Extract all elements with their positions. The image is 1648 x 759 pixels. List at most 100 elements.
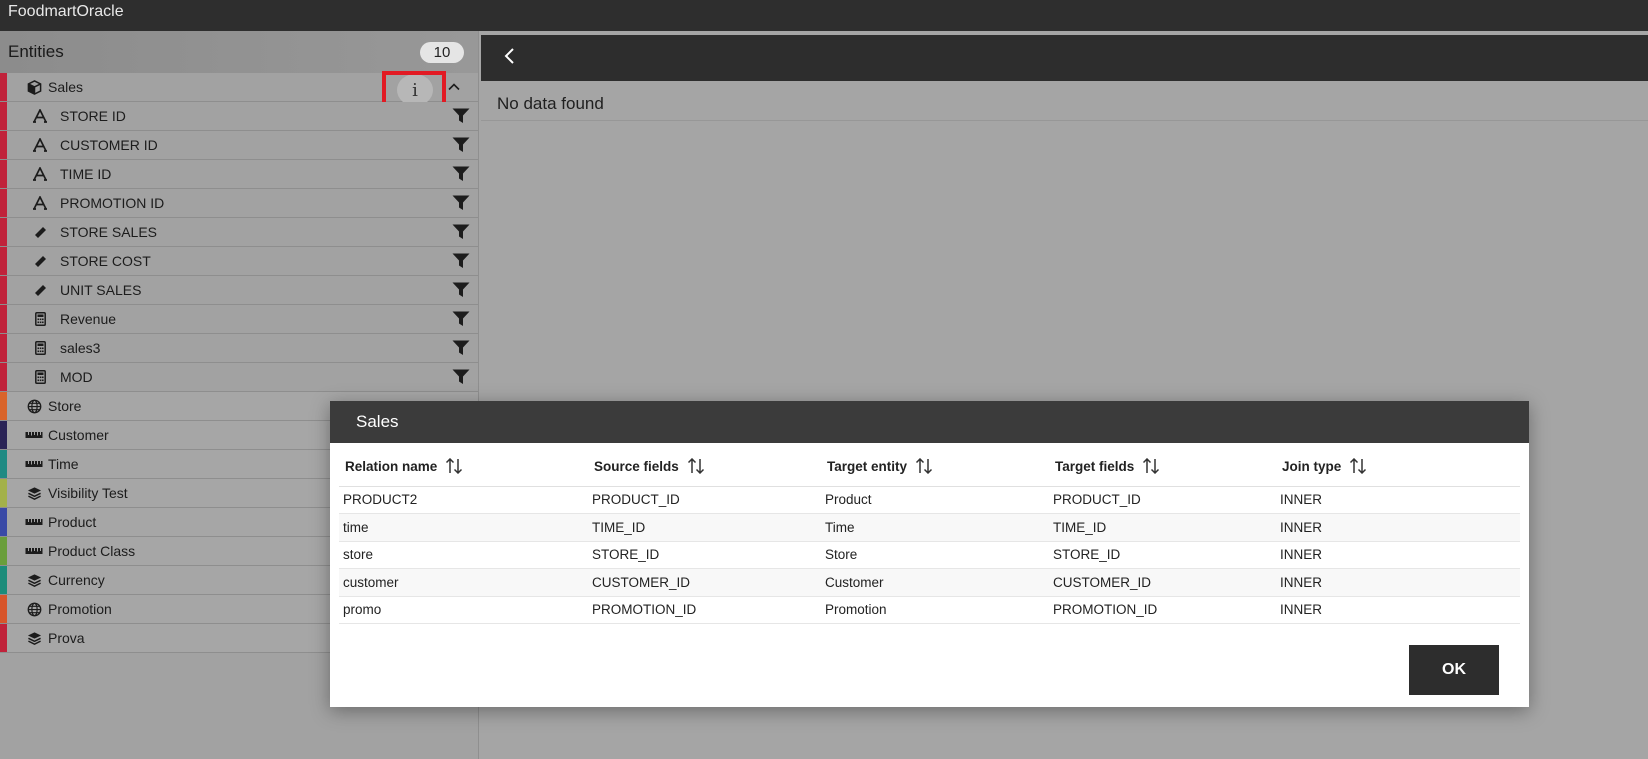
table-cell-join-type: INNER [1276,541,1520,569]
field-label: CUSTOMER ID [60,137,158,153]
entity-color-stripe [0,218,7,246]
entity-color-stripe [0,276,7,304]
sort-icon[interactable] [1349,458,1367,477]
table-cell-target-fields: PRODUCT_ID [1049,486,1276,514]
field-item-store-id[interactable]: STORE ID [0,102,478,131]
table-cell-target-entity: Time [821,513,1049,542]
column-header-source-fields[interactable]: Source fields [588,450,821,487]
sort-icon[interactable] [1142,458,1160,477]
entity-color-stripe [0,537,7,565]
calculator-icon [32,370,48,384]
filter-icon[interactable] [452,311,470,327]
relations-table: Relation name Source fields Target entity T… [339,450,1520,624]
column-header-target-fields[interactable]: Target fields [1049,450,1276,487]
filter-icon[interactable] [452,166,470,182]
table-row[interactable]: store STORE_ID Store STORE_ID INNER [339,541,1520,569]
field-item-sales3[interactable]: sales3 [0,334,478,363]
entity-color-stripe [0,102,7,130]
column-header-target-entity[interactable]: Target entity [821,450,1049,487]
dialog-title: Sales [356,412,399,431]
filter-icon[interactable] [452,282,470,298]
sidebar-title: Entities [8,42,64,61]
entity-item-sales[interactable]: Sales i [0,71,478,119]
text-attribute-icon [32,167,48,181]
field-label: sales3 [60,340,101,356]
table-cell-source-fields: CUSTOMER_ID [588,568,821,597]
field-label: PROMOTION ID [60,195,165,211]
filter-icon[interactable] [452,340,470,356]
field-item-time-id[interactable]: TIME ID [0,160,478,189]
table-cell-target-entity: Customer [821,568,1049,597]
entity-color-stripe [0,73,7,101]
column-header-label: Relation name [345,459,438,475]
chevron-up-icon[interactable] [446,79,462,95]
table-cell-relation-name: store [339,541,588,569]
filter-icon[interactable] [452,369,470,385]
field-item-mod[interactable]: MOD [0,363,478,392]
field-label: STORE ID [60,108,126,124]
entity-color-stripe [0,189,7,217]
field-item-unit-sales[interactable]: UNIT SALES [0,276,478,305]
calculator-icon [32,341,48,355]
entity-color-stripe [0,421,7,449]
field-item-store-sales[interactable]: STORE SALES [0,218,478,247]
table-cell-target-entity: Promotion [821,596,1049,624]
table-row[interactable]: PRODUCT2 PRODUCT_ID Product PRODUCT_ID INNER [339,486,1520,514]
filter-icon[interactable] [452,137,470,153]
table-cell-relation-name: time [339,513,588,542]
table-row[interactable]: promo PROMOTION_ID Promotion PROMOTION_ID IN… [339,596,1520,624]
field-item-promotion-id[interactable]: PROMOTION ID [0,189,478,218]
column-header-label: Source fields [594,459,679,475]
entity-color-stripe [0,450,7,478]
table-row[interactable]: customer CUSTOMER_ID Customer CUSTOMER_ID IN… [339,568,1520,597]
dialog-header: Sales [330,401,1529,443]
field-item-customer-id[interactable]: CUSTOMER ID [0,131,478,160]
filter-icon[interactable] [452,253,470,269]
filter-icon[interactable] [452,108,470,124]
entity-color-stripe [0,392,7,420]
ruler-measure-icon [32,254,48,268]
field-label: Revenue [60,311,117,327]
filter-icon[interactable] [452,224,470,240]
table-row[interactable]: time TIME_ID Time TIME_ID INNER [339,513,1520,542]
back-arrow-icon[interactable] [503,47,517,70]
sort-icon[interactable] [687,458,705,477]
cube-icon [25,79,43,95]
layers-icon [25,485,43,501]
ruler-icon [25,427,43,443]
ruler-icon [25,456,43,472]
sort-icon[interactable] [445,458,463,477]
field-item-revenue[interactable]: Revenue [0,305,478,334]
column-header-label: Join type [1282,459,1342,475]
app-title-bar: FoodmartOracle [0,0,1648,31]
layers-icon [25,572,43,588]
sidebar-header: Entities 10 [0,31,478,73]
field-list: STORE ID CUSTOMER ID TIME ID PROMOTION ID ST… [0,102,478,392]
field-item-store-cost[interactable]: STORE COST [0,247,478,276]
entity-label: Prova [48,630,85,646]
entity-color-stripe [0,566,7,594]
field-label: MOD [60,369,93,385]
no-data-message: No data found [481,81,1648,121]
column-header-join-type[interactable]: Join type [1276,450,1520,487]
ruler-icon [25,514,43,530]
field-label: UNIT SALES [60,282,142,298]
table-cell-join-type: INNER [1276,596,1520,624]
table-cell-target-fields: PROMOTION_ID [1049,596,1276,624]
ok-button[interactable]: OK [1409,645,1499,695]
entity-count-badge: 10 [420,41,464,63]
layers-icon [25,630,43,646]
entity-color-stripe [0,334,7,362]
entity-color-stripe [0,479,7,507]
text-attribute-icon [32,138,48,152]
table-cell-target-fields: TIME_ID [1049,513,1276,542]
entity-label: Visibility Test [48,485,128,501]
entity-color-stripe [0,131,7,159]
relations-dialog: Sales Relation name Source fields Target e… [330,401,1529,707]
table-body: PRODUCT2 PRODUCT_ID Product PRODUCT_ID INNER… [339,486,1520,624]
sort-icon[interactable] [915,458,933,477]
table-cell-source-fields: STORE_ID [588,541,821,569]
table-cell-target-entity: Product [821,486,1049,514]
column-header-relation-name[interactable]: Relation name [339,450,588,487]
filter-icon[interactable] [452,195,470,211]
